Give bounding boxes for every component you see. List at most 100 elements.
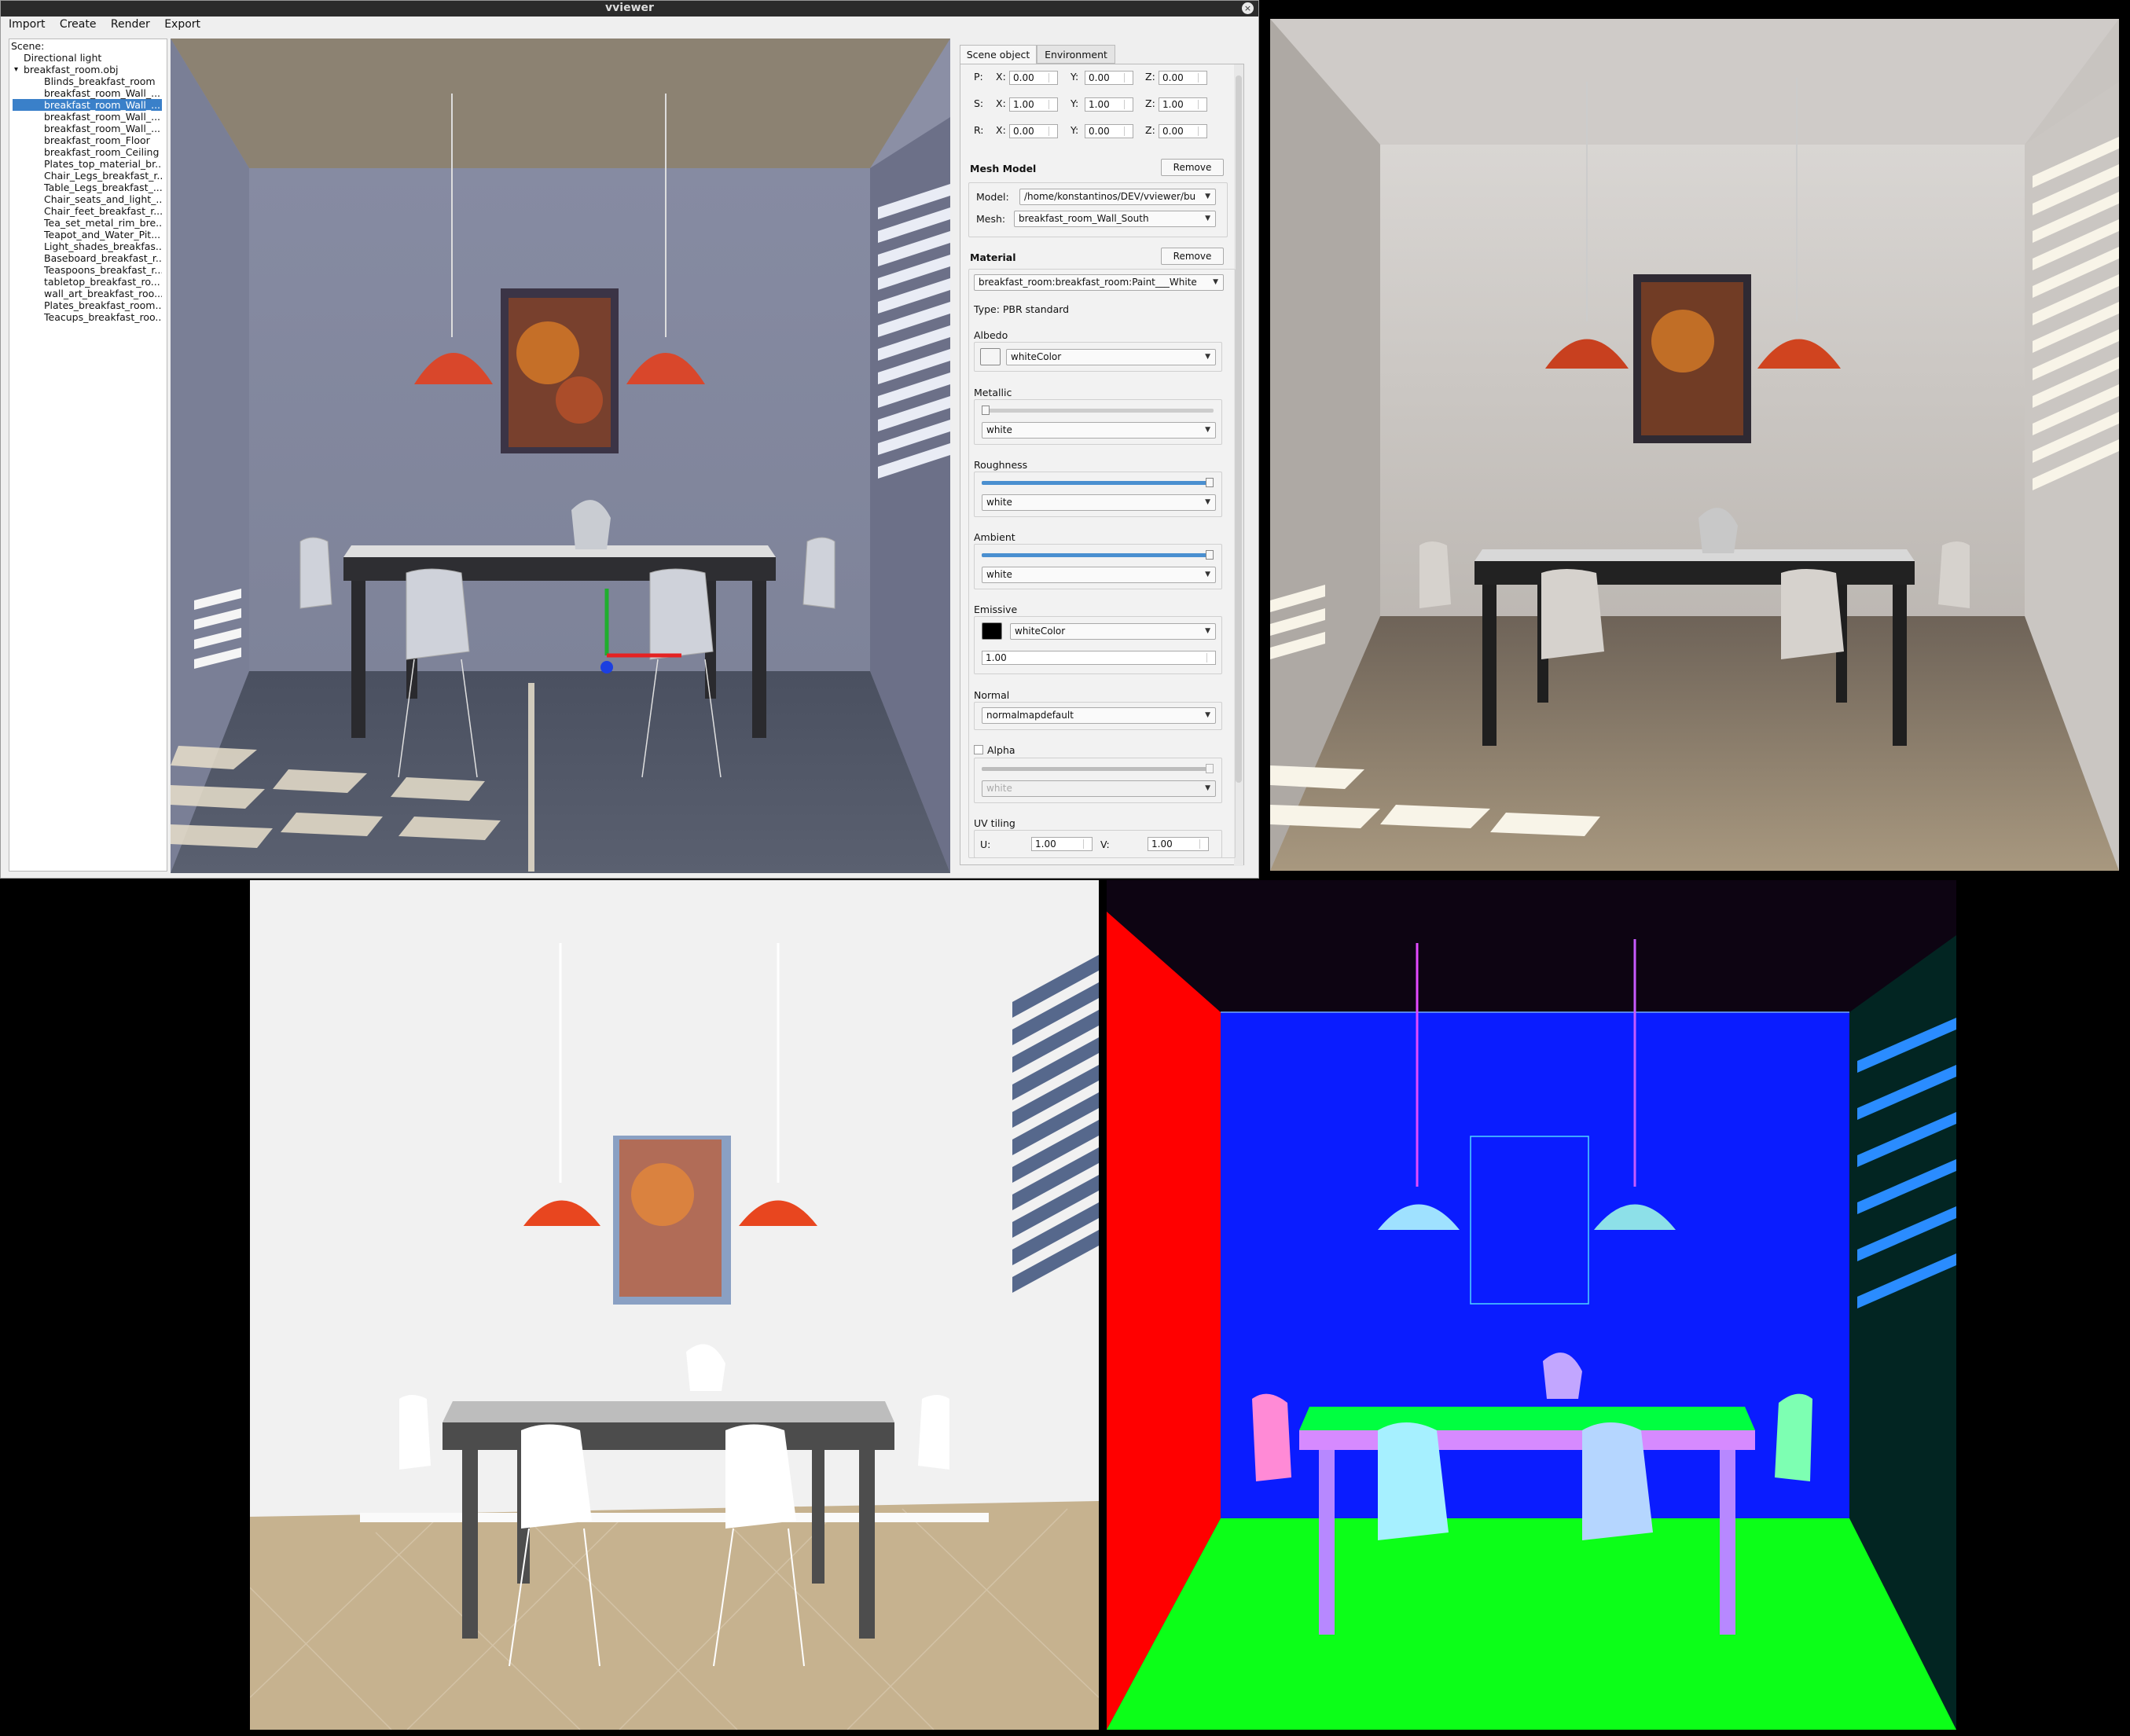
tree-item[interactable]: breakfast_room_Wall_...: [13, 123, 162, 134]
axis-y-label: Y:: [1071, 71, 1079, 83]
scrollbar-thumb[interactable]: [1236, 75, 1242, 783]
albedo-texture-select[interactable]: whiteColor ▼: [1006, 349, 1216, 365]
ambient-texture-select[interactable]: white ▼: [982, 567, 1216, 583]
emissive-color-swatch[interactable]: [982, 622, 1002, 640]
roughness-texture: white: [986, 497, 1012, 508]
remove-mesh-button[interactable]: Remove: [1161, 159, 1224, 176]
chevron-down-icon: ▼: [1205, 426, 1210, 434]
transform-x-input[interactable]: 0.00: [1009, 71, 1058, 85]
tree-item[interactable]: Plates_top_material_br...: [13, 158, 162, 170]
tree-item[interactable]: Baseboard_breakfast_r...: [13, 252, 162, 264]
tree-item[interactable]: breakfast_room_Ceiling: [13, 146, 162, 158]
roughness-texture-select[interactable]: white ▼: [982, 494, 1216, 511]
render-normals-image: [1107, 880, 1956, 1730]
chevron-down-icon: ▼: [1205, 353, 1210, 361]
tree-item-label: Directional light: [24, 52, 102, 64]
chevron-down-icon: ▼: [1205, 571, 1210, 578]
mesh-select[interactable]: breakfast_room_Wall_South ▼: [1014, 211, 1216, 227]
tree-item[interactable]: Tea_set_metal_rim_bre...: [13, 217, 162, 229]
roughness-slider[interactable]: [982, 478, 1214, 487]
model-select[interactable]: /home/konstantinos/DEV/vviewer/bu ▼: [1019, 189, 1216, 205]
ambient-slider[interactable]: [982, 550, 1214, 560]
transform-z-input[interactable]: 0.00: [1159, 71, 1207, 85]
emissive-strength-input[interactable]: 1.00: [982, 651, 1216, 665]
tree-item[interactable]: breakfast_room_Wall_...: [13, 111, 162, 123]
transform-x-input[interactable]: 1.00: [1009, 97, 1058, 112]
transform-y-input[interactable]: 0.00: [1085, 71, 1133, 85]
albedo-label: Albedo: [974, 329, 1008, 341]
tree-item[interactable]: Teaspoons_breakfast_r...: [13, 264, 162, 276]
tree-item-label: Table_Legs_breakfast_...: [44, 182, 162, 193]
viewport-scene: [171, 39, 950, 873]
tree-item-label: breakfast_room_Wall_...: [44, 87, 161, 99]
tree-item[interactable]: Chair_feet_breakfast_r...: [13, 205, 162, 217]
tree-item-label: Plates_top_material_br...: [44, 158, 162, 170]
albedo-color-swatch[interactable]: [980, 348, 1001, 365]
viewport-3d[interactable]: [171, 39, 950, 873]
tree-item[interactable]: Directional light: [13, 52, 162, 64]
tree-item-label: breakfast_room_Wall_...: [44, 123, 161, 134]
tree-item-label: breakfast_room.obj: [24, 64, 119, 75]
transform-y-input[interactable]: 1.00: [1085, 97, 1133, 112]
tree-item[interactable]: Light_shades_breakfas...: [13, 240, 162, 252]
tab-scene-object[interactable]: Scene object: [960, 45, 1037, 64]
transform-y-input[interactable]: 0.00: [1085, 124, 1133, 138]
menu-export[interactable]: Export: [156, 17, 200, 32]
tree-item[interactable]: breakfast_room_Wall_...: [13, 87, 162, 99]
tree-item[interactable]: breakfast_room_Wall_...: [13, 99, 162, 111]
chevron-down-icon: ▼: [1205, 193, 1210, 200]
close-icon[interactable]: ×: [1242, 2, 1254, 14]
tree-item[interactable]: tabletop_breakfast_ro...: [13, 276, 162, 288]
render-albedo: [250, 880, 1099, 1730]
tree-item[interactable]: Teapot_and_Water_Pit...: [13, 229, 162, 240]
uv-u-input[interactable]: 1.00: [1031, 837, 1093, 851]
properties-panel: Scene object Environment P: X: 0.00 Y: 0.00 Z…: [960, 45, 1254, 866]
menu-render[interactable]: Render: [103, 17, 150, 32]
chevron-down-icon: ▼: [1205, 627, 1210, 635]
tree-item[interactable]: Plates_breakfast_room...: [13, 299, 162, 311]
transform-z-input[interactable]: 1.00: [1159, 97, 1207, 112]
tree-item-label: wall_art_breakfast_roo...: [44, 288, 162, 299]
metallic-slider[interactable]: [982, 406, 1214, 415]
material-select[interactable]: breakfast_room:breakfast_room:Paint___Wh…: [974, 274, 1224, 291]
roughness-slider-handle[interactable]: [1206, 478, 1214, 487]
chevron-down-icon: ▼: [1205, 784, 1210, 792]
emissive-texture-select[interactable]: whiteColor ▼: [1010, 623, 1216, 640]
ambient-slider-handle[interactable]: [1206, 550, 1214, 560]
alpha-checkbox[interactable]: [974, 745, 983, 754]
transform-label: S:: [974, 97, 984, 109]
transform-x-input[interactable]: 0.00: [1009, 124, 1058, 138]
tab-environment[interactable]: Environment: [1037, 45, 1115, 64]
normal-texture-select[interactable]: normalmapdefault ▼: [982, 707, 1216, 724]
uv-tiling-label: UV tiling: [974, 817, 1015, 829]
render-pathtraced: [1270, 19, 2119, 871]
tree-item[interactable]: Blinds_breakfast_room: [13, 75, 162, 87]
expand-arrow-icon[interactable]: ▾: [14, 64, 18, 75]
metallic-texture-select[interactable]: white ▼: [982, 422, 1216, 439]
tree-item-label: Chair_feet_breakfast_r...: [44, 205, 162, 217]
tree-item[interactable]: ▾ breakfast_room.obj: [13, 64, 162, 75]
axis-x-label: X:: [996, 97, 1006, 109]
alpha-slider[interactable]: [982, 764, 1214, 773]
render-normals: [1107, 880, 1956, 1730]
remove-material-button[interactable]: Remove: [1161, 248, 1224, 265]
tree-item[interactable]: Teacups_breakfast_roo...: [13, 311, 162, 323]
scene-tree[interactable]: Scene: Directional light ▾ breakfast_room.…: [9, 39, 167, 872]
tree-item[interactable]: breakfast_room_Floor: [13, 134, 162, 146]
emissive-texture: whiteColor: [1015, 626, 1066, 637]
transform-z-input[interactable]: 0.00: [1159, 124, 1207, 138]
tree-item[interactable]: Chair_seats_and_light_...: [13, 193, 162, 205]
menu-import[interactable]: Import: [1, 17, 45, 32]
tree-item[interactable]: Table_Legs_breakfast_...: [13, 182, 162, 193]
uv-v-input[interactable]: 1.00: [1148, 837, 1209, 851]
tree-item[interactable]: Chair_Legs_breakfast_r...: [13, 170, 162, 182]
metallic-slider-handle[interactable]: [982, 406, 990, 415]
normal-texture: normalmapdefault: [986, 710, 1074, 721]
alpha-slider-handle[interactable]: [1206, 764, 1214, 773]
tree-item[interactable]: wall_art_breakfast_roo...: [13, 288, 162, 299]
material-name: breakfast_room:breakfast_room:Paint___Wh…: [979, 277, 1197, 288]
scene-tree-header: Scene:: [11, 40, 45, 52]
menu-create[interactable]: Create: [52, 17, 97, 32]
axis-z-label: Z:: [1145, 124, 1155, 136]
render-albedo-image: [250, 880, 1099, 1730]
